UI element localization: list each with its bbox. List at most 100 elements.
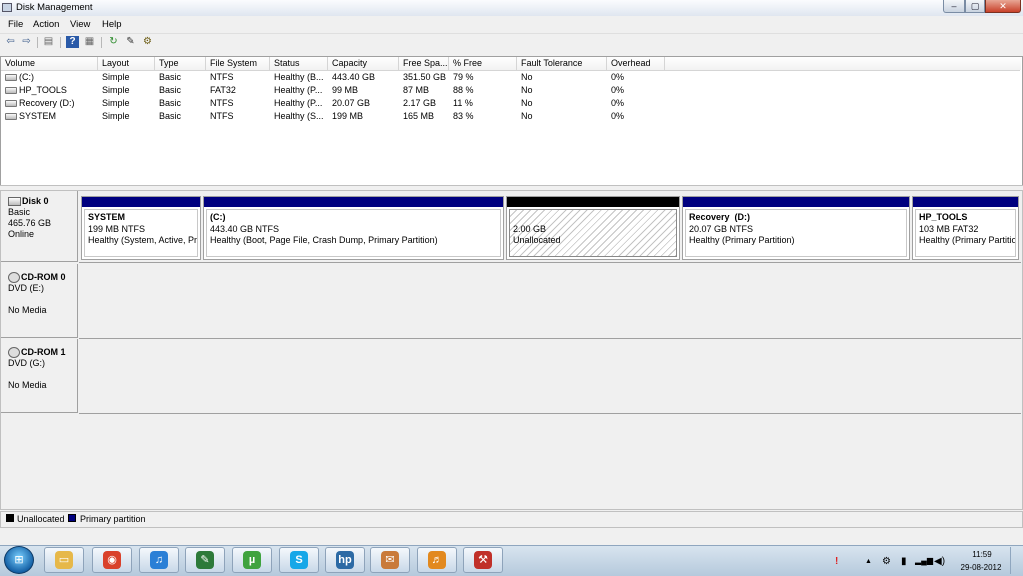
volume-icon[interactable]: ◀) bbox=[934, 556, 945, 567]
table-row[interactable] bbox=[1, 110, 1020, 122]
primary-partition-swatch bbox=[68, 514, 76, 522]
file-system-cell: FAT32 bbox=[210, 85, 236, 95]
capacity-cell: 99 MB bbox=[332, 85, 359, 95]
column-header-file-system[interactable]: File System bbox=[206, 57, 270, 70]
list-view-icon[interactable]: ▦ bbox=[83, 36, 96, 48]
media-status: No Media bbox=[8, 305, 47, 316]
close-button[interactable]: ✕ bbox=[985, 0, 1021, 13]
partition-recovery-d[interactable]: Recovery (D:) 20.07 GB NTFS Healthy (Prima… bbox=[682, 196, 910, 260]
volume-cell: (C:) bbox=[5, 71, 98, 83]
partition-unallocated[interactable]: 2.00 GB Unallocated bbox=[506, 196, 680, 260]
capacity-cell: 20.07 GB bbox=[332, 98, 371, 108]
forward-arrow-icon[interactable]: ⇨ bbox=[20, 36, 33, 48]
column-header-overhead[interactable]: Overhead bbox=[607, 57, 665, 70]
menu-bar bbox=[0, 16, 1023, 32]
taskbar-utorrent-button[interactable]: µ bbox=[232, 547, 272, 573]
refresh-icon[interactable]: ↻ bbox=[107, 36, 120, 48]
properties-icon[interactable]: ✎ bbox=[124, 36, 137, 48]
clock-time[interactable]: 11:59 bbox=[967, 550, 997, 559]
overhead-cell: 0% bbox=[611, 111, 625, 121]
disk-type: Basic bbox=[8, 207, 31, 217]
disk-icon bbox=[8, 197, 21, 207]
start-button[interactable]: ⊞ bbox=[4, 546, 34, 574]
volume-name: SYSTEM bbox=[19, 111, 57, 121]
taskbar-toolbox-button[interactable]: ⚒ bbox=[463, 547, 503, 573]
taskbar-chrome-button[interactable]: ◉ bbox=[92, 547, 132, 573]
taskbar-skype-button[interactable]: S bbox=[279, 547, 319, 573]
capacity-cell: 199 MB bbox=[332, 111, 364, 121]
taskbar-explorer-button[interactable]: ▭ bbox=[44, 547, 84, 573]
clock-date[interactable]: 29-08-2012 bbox=[958, 563, 1004, 572]
menu-file[interactable]: File bbox=[8, 19, 23, 30]
percent-free-cell: 79 % bbox=[453, 72, 474, 82]
chrome-icon: ◉ bbox=[103, 551, 121, 569]
status-cell: Healthy (B... bbox=[274, 72, 324, 82]
partition-name: Recovery (D:) bbox=[689, 212, 751, 222]
drive-icon bbox=[5, 113, 17, 121]
status-cell: Healthy (P... bbox=[274, 85, 323, 95]
title-bar bbox=[0, 0, 1023, 16]
disk-0-label[interactable]: Disk 0 Basic 465.76 GB Online bbox=[1, 191, 78, 262]
column-header-status[interactable]: Status bbox=[270, 57, 328, 70]
menu-view[interactable]: View bbox=[70, 19, 90, 30]
drive-letter: DVD (G:) bbox=[8, 358, 45, 369]
menu-help[interactable]: Help bbox=[102, 19, 122, 30]
network-icon[interactable]: ▂▄▆ bbox=[915, 556, 933, 565]
utorrent-icon: µ bbox=[243, 551, 261, 569]
volume-name: HP_TOOLS bbox=[19, 85, 67, 95]
partition-name: SYSTEM bbox=[88, 212, 126, 222]
cd-rom-0-label[interactable]: CD-ROM 0 DVD (E:) No Media bbox=[1, 264, 78, 338]
column-header-capacity[interactable]: Capacity bbox=[328, 57, 399, 70]
skype-icon: S bbox=[290, 551, 308, 569]
taskbar-itunes-button[interactable]: ♫ bbox=[139, 547, 179, 573]
taskbar-message-button[interactable]: ✉ bbox=[370, 547, 410, 573]
column-header-percent-free[interactable]: % Free bbox=[449, 57, 517, 70]
cd-rom-1-label[interactable]: CD-ROM 1 DVD (G:) No Media bbox=[1, 339, 78, 413]
disk-name: CD-ROM 0 bbox=[21, 272, 66, 282]
partition-system[interactable]: SYSTEM 199 MB NTFS Healthy (System, Active… bbox=[81, 196, 201, 260]
free-space-cell: 87 MB bbox=[403, 85, 430, 95]
maximize-button[interactable]: ▢ bbox=[965, 0, 985, 13]
toolbox-icon: ⚒ bbox=[474, 551, 492, 569]
tray-app-icon[interactable]: ⚙ bbox=[882, 556, 891, 567]
partition-status: Unallocated bbox=[513, 235, 561, 245]
legend bbox=[0, 511, 1023, 528]
partition-status: Healthy (Primary Partitio bbox=[919, 235, 1016, 245]
taskbar-hp-button[interactable]: hp bbox=[325, 547, 365, 573]
table-row[interactable] bbox=[1, 71, 1020, 83]
console-tree-icon[interactable]: ▤ bbox=[42, 36, 55, 48]
menu-action[interactable]: Action bbox=[33, 19, 59, 30]
partition-c[interactable]: (C:) 443.40 GB NTFS Healthy (Boot, Page Fi… bbox=[203, 196, 504, 260]
file-system-cell: NTFS bbox=[210, 111, 234, 121]
partition-name: HP_TOOLS bbox=[919, 212, 968, 222]
layout-cell: Simple bbox=[102, 111, 130, 121]
column-header-volume[interactable]: Volume bbox=[1, 57, 98, 70]
cd-rom-0-area bbox=[79, 264, 1021, 339]
settings-icon[interactable]: ⚙ bbox=[141, 36, 154, 48]
partition-hp-tools[interactable]: HP_TOOLS 103 MB FAT32 Healthy (Primary Par… bbox=[912, 196, 1019, 260]
column-header-fault-tolerance[interactable]: Fault Tolerance bbox=[517, 57, 607, 70]
show-hidden-icons-icon[interactable]: ▲ bbox=[865, 558, 872, 565]
table-row[interactable] bbox=[1, 97, 1020, 109]
partition-size: 103 MB FAT32 bbox=[919, 223, 979, 234]
taskbar-notepad-button[interactable]: ✎ bbox=[185, 547, 225, 573]
help-icon[interactable]: ? bbox=[66, 36, 79, 48]
show-desktop-button[interactable] bbox=[1010, 547, 1023, 574]
drive-icon bbox=[5, 74, 17, 82]
disk-status: Online bbox=[8, 229, 35, 239]
back-arrow-icon[interactable]: ⇦ bbox=[4, 36, 17, 48]
window-title: Disk Management bbox=[16, 2, 93, 13]
file-system-cell: NTFS bbox=[210, 98, 234, 108]
column-header-type[interactable]: Type bbox=[155, 57, 206, 70]
action-center-icon[interactable]: ! bbox=[835, 556, 838, 567]
fault-tolerance-cell: No bbox=[521, 85, 533, 95]
column-header-layout[interactable]: Layout bbox=[98, 57, 155, 70]
partition-size: 443.40 GB NTFS bbox=[210, 223, 280, 234]
column-header-free-space[interactable]: Free Spa... bbox=[399, 57, 449, 70]
table-row[interactable] bbox=[1, 84, 1020, 96]
taskbar-music-button[interactable]: ♬ bbox=[417, 547, 457, 573]
battery-icon[interactable]: ▮ bbox=[901, 556, 907, 567]
minimize-button[interactable]: – bbox=[943, 0, 965, 13]
